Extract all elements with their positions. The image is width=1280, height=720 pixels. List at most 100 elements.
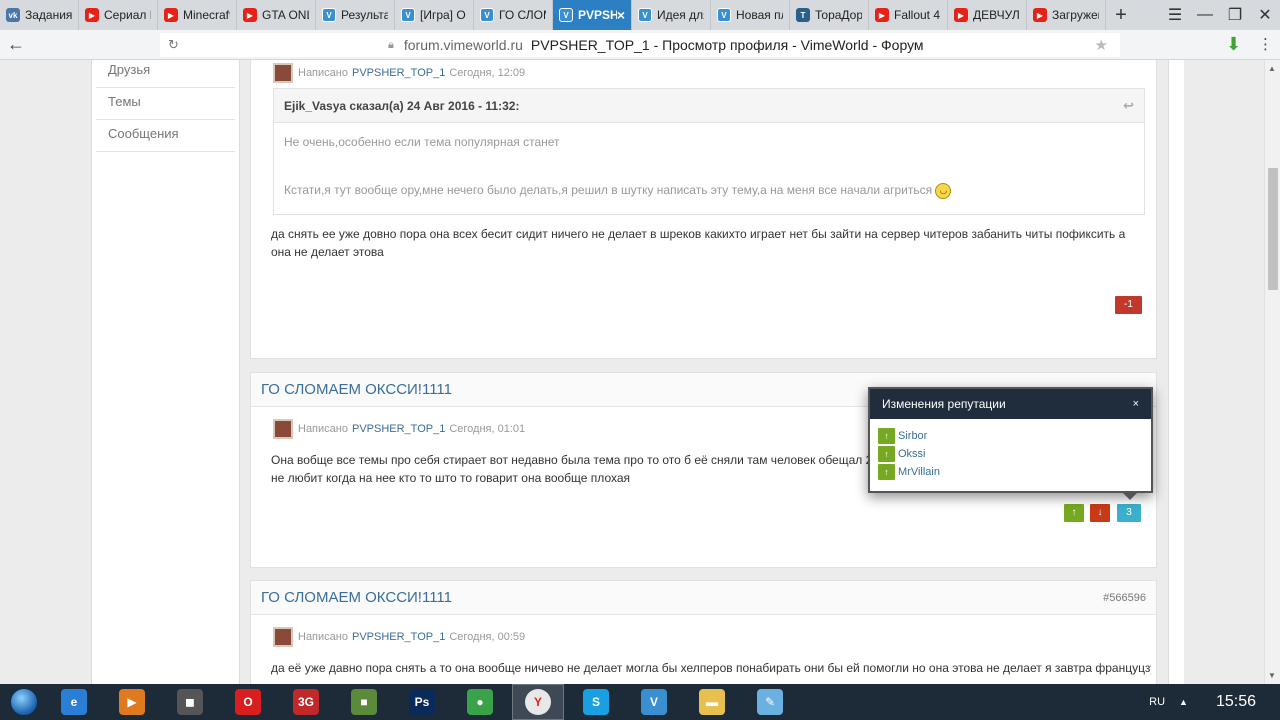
menu-icon[interactable]: ☰: [1160, 5, 1190, 25]
windows-logo-icon: [10, 688, 38, 716]
url-field[interactable]: ↻ 🔒︎ forum.vimeworld.ru PVPSHER_TOP_1 - …: [160, 33, 1120, 57]
vimeworld-launcher-icon: V: [641, 689, 667, 715]
taskbar-app-button[interactable]: S: [570, 684, 622, 720]
tab-title: Новая пл: [736, 8, 783, 22]
written-label: Написано: [298, 67, 348, 79]
youtube-icon: ▶: [875, 8, 889, 22]
vimeworld-icon: V: [717, 8, 731, 22]
browser-tab[interactable]: ▶ Fallout 4: [869, 0, 948, 30]
post-title[interactable]: ГО СЛОМАЕМ ОКССИ!1111: [261, 589, 452, 606]
laughing-smiley-icon: ◡: [935, 182, 952, 199]
close-tab-icon[interactable]: ×: [617, 7, 625, 23]
browser-tab[interactable]: V [Игра] О: [395, 0, 474, 30]
post-time: Сегодня, 12:09: [449, 67, 526, 79]
minimize-button[interactable]: —: [1190, 6, 1220, 24]
taskbar-app-button[interactable]: ▬: [686, 684, 738, 720]
post-text-line: не любит когда на нее кто то што то гова…: [271, 471, 631, 485]
bookmark-star-icon[interactable]: ★: [1095, 36, 1108, 54]
vimeworld-icon: V: [638, 8, 652, 22]
reputation-count-badge[interactable]: 3: [1117, 504, 1141, 522]
post-1: Написано PVPSHER_TOP_1 Сегодня, 12:09 Ej…: [250, 60, 1157, 359]
user-link[interactable]: Okssi: [898, 448, 926, 460]
browser-tab[interactable]: ▶ ДЕВЧУЛ: [948, 0, 1027, 30]
download-icon[interactable]: ⬇: [1226, 34, 1241, 55]
quote-jump-icon[interactable]: ↩: [1123, 98, 1134, 114]
browser-tab[interactable]: V Новая пл: [711, 0, 790, 30]
tab-title: Загружен: [1052, 8, 1099, 22]
browser-tab[interactable]: V Результа: [316, 0, 395, 30]
clock[interactable]: 15:56: [1216, 693, 1256, 711]
taskbar-app-button[interactable]: e: [48, 684, 100, 720]
minecraft-icon: ■: [351, 689, 377, 715]
taskbar-app-button[interactable]: Y: [512, 684, 564, 720]
rep-up-button[interactable]: ↑: [1064, 504, 1084, 522]
lock-icon: 🔒︎: [388, 38, 394, 51]
author-link[interactable]: PVPSHER_TOP_1: [352, 67, 445, 79]
browser-tab[interactable]: ▶ GTA ONL: [237, 0, 316, 30]
post-text: да её уже давно пора снять а то она вооб…: [271, 661, 1151, 675]
taskbar-app-button[interactable]: ●: [454, 684, 506, 720]
tab-title: Идея для: [657, 8, 704, 22]
back-button[interactable]: ←: [0, 34, 32, 55]
avatar[interactable]: [273, 419, 293, 439]
close-window-button[interactable]: ✕: [1250, 5, 1280, 25]
more-menu-icon[interactable]: ⋮: [1258, 35, 1273, 53]
taskbar-app-button[interactable]: ◼: [164, 684, 216, 720]
taskbar-app-button[interactable]: ✎: [744, 684, 796, 720]
list-item: ↑ MrVillain: [878, 463, 1143, 481]
rep-down-button[interactable]: ↓: [1090, 504, 1110, 522]
browser-tab[interactable]: V Идея для: [632, 0, 711, 30]
reputation-count-badge[interactable]: -1: [1115, 296, 1142, 314]
tab-title: ГО СЛОМ: [499, 8, 546, 22]
taskbar-app-button[interactable]: 3G: [280, 684, 332, 720]
sidebar-item-messages[interactable]: Сообщения: [96, 120, 235, 152]
post-author-line: Написано PVPSHER_TOP_1 Сегодня, 00:59: [273, 627, 525, 647]
media-player-icon: ▶: [119, 689, 145, 715]
start-button[interactable]: [0, 684, 48, 720]
browser-tab[interactable]: ▶ Minecraft: [158, 0, 237, 30]
browser-tab[interactable]: V PVPSH ×: [553, 0, 632, 30]
vimeworld-icon: V: [480, 8, 494, 22]
reload-icon[interactable]: ↻: [168, 37, 388, 53]
taskbar-app-button[interactable]: ■: [338, 684, 390, 720]
scroll-down-arrow-icon[interactable]: ▼: [1268, 671, 1276, 680]
taskbar-app-button[interactable]: O: [222, 684, 274, 720]
browser-tab[interactable]: T ТораДор: [790, 0, 869, 30]
taskbar-app-button[interactable]: ▶: [106, 684, 158, 720]
browser-tab[interactable]: V ГО СЛОМ: [474, 0, 553, 30]
user-link[interactable]: Sirbor: [898, 430, 927, 442]
post-number-link[interactable]: #566596: [1103, 592, 1146, 604]
browser-tab[interactable]: ▶ Сериал Е: [79, 0, 158, 30]
post-text: да снять ее уже довно пора она всех беси…: [271, 227, 1126, 259]
tab-title: Сериал Е: [104, 8, 151, 22]
taskbar-app-button[interactable]: V: [628, 684, 680, 720]
sidebar-item-friends[interactable]: Друзья: [96, 60, 235, 88]
youtube-icon: ▶: [164, 8, 178, 22]
restore-button[interactable]: ❐: [1220, 5, 1250, 25]
browser-tab[interactable]: vk Задания: [0, 0, 79, 30]
browser-tab[interactable]: ▶ Загружен: [1027, 0, 1106, 30]
reputation-changes-popup: Изменения репутации × ↑ Sirbor ↑ Okssi ↑ Mr…: [868, 387, 1153, 500]
popup-title: Изменения репутации: [882, 397, 1006, 411]
new-tab-button[interactable]: +: [1106, 0, 1136, 30]
tab-title: Задания: [25, 8, 72, 22]
language-indicator[interactable]: RU: [1149, 696, 1165, 708]
avatar[interactable]: [273, 627, 293, 647]
scrollbar-thumb[interactable]: [1268, 168, 1278, 290]
vimeworld-icon: V: [401, 8, 415, 22]
close-icon[interactable]: ×: [1133, 398, 1139, 410]
sidebar-item-topics[interactable]: Темы: [96, 88, 235, 120]
page-title: PVPSHER_TOP_1 - Просмотр профиля - VimeW…: [530, 37, 924, 53]
tab-title: [Игра] О: [420, 8, 466, 22]
taskbar-app-button[interactable]: Ps: [396, 684, 448, 720]
tab-title: Результа: [341, 8, 388, 22]
user-link[interactable]: MrVillain: [898, 466, 940, 478]
author-link[interactable]: PVPSHER_TOP_1: [352, 631, 445, 643]
avatar[interactable]: [273, 63, 293, 83]
post-title[interactable]: ГО СЛОМАЕМ ОКССИ!1111: [261, 381, 452, 398]
gamepad-icon: ◼: [177, 689, 203, 715]
tray-expand-icon[interactable]: ▲: [1179, 697, 1188, 707]
author-link[interactable]: PVPSHER_TOP_1: [352, 423, 445, 435]
page-scrollbar[interactable]: ▲ ▼: [1264, 60, 1280, 684]
scroll-up-arrow-icon[interactable]: ▲: [1268, 64, 1276, 73]
